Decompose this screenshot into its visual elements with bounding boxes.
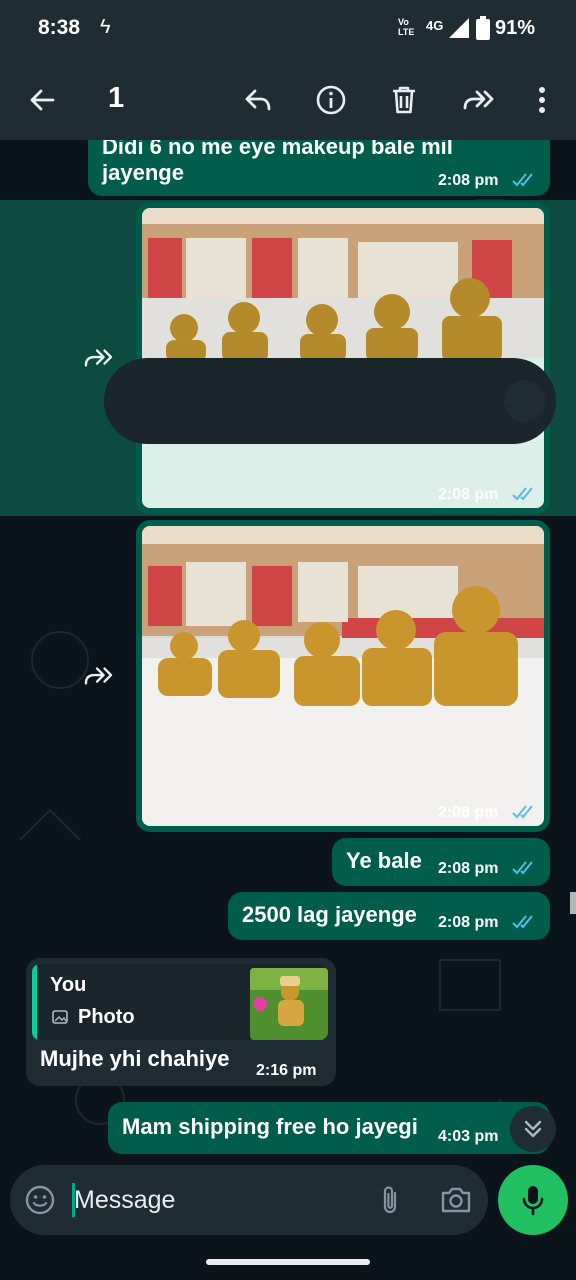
overlay-pill[interactable] <box>104 358 556 444</box>
delete-icon <box>393 86 415 114</box>
message-composer <box>10 1165 488 1235</box>
quote-type: Photo <box>78 1006 135 1028</box>
system-navigation-bar <box>0 1244 576 1280</box>
status-bar: 8:38 ϟ Vo LTE 4G 91% <box>0 0 576 60</box>
message-input[interactable] <box>74 1181 364 1219</box>
read-ticks-icon <box>512 173 533 187</box>
message-time: 2:08 pm <box>438 860 499 877</box>
message-bubble[interactable]: Ye bale 2:08 pm <box>332 838 550 886</box>
quote-thumbnail <box>250 968 328 1040</box>
message-time: 2:16 pm <box>256 1062 317 1079</box>
message-bubble[interactable]: Didi 6 no me eye makeup bale mil jayenge… <box>88 140 550 196</box>
status-time: 8:38 <box>38 16 81 39</box>
paperclip-icon <box>383 1186 397 1214</box>
message-text: Mujhe yhi chahiye <box>40 1046 230 1071</box>
message-text: Didi 6 no me eye makeup bale mil <box>102 140 453 159</box>
shared-photo[interactable] <box>142 526 544 826</box>
selected-count: 1 <box>108 82 125 114</box>
selection-action-bar: 1 <box>0 60 576 140</box>
voice-message-button[interactable] <box>498 1165 568 1235</box>
message-time: 4:03 pm <box>438 1128 499 1145</box>
battery-icon <box>476 16 490 40</box>
message-text: Mam shipping free ho jayegi <box>122 1114 418 1139</box>
message-time: 2:08 pm <box>438 914 499 931</box>
message-text: 2500 lag jayenge <box>242 902 417 927</box>
info-button[interactable] <box>311 80 351 120</box>
info-icon <box>316 85 346 115</box>
battery-percent: 91% <box>495 17 536 39</box>
read-ticks-icon <box>512 805 533 819</box>
volte-indicator: Vo LTE <box>398 17 415 37</box>
camera-icon <box>441 1187 471 1213</box>
message-bubble[interactable]: 2500 lag jayenge 2:08 pm <box>228 892 550 940</box>
attach-button[interactable] <box>368 1178 412 1222</box>
quoted-message[interactable]: You Photo <box>32 964 328 1040</box>
network-type: 4G <box>426 18 444 33</box>
quote-accent-bar <box>32 964 37 1040</box>
forward-icon <box>463 90 494 110</box>
overflow-menu-icon <box>539 87 545 113</box>
forward-shortcut-button[interactable] <box>76 654 120 698</box>
reply-button[interactable] <box>238 80 278 120</box>
back-arrow-icon <box>30 89 55 111</box>
krishna-idols-photo <box>142 526 544 826</box>
message-bubble[interactable]: Mam shipping free ho jayegi 4:03 pm <box>108 1102 550 1154</box>
emoji-icon <box>25 1185 55 1215</box>
overlay-pill-button[interactable] <box>504 380 546 422</box>
scroll-to-bottom-button[interactable] <box>510 1106 556 1152</box>
read-ticks-icon <box>512 861 533 875</box>
camera-button[interactable] <box>434 1178 478 1222</box>
signal-icon <box>449 18 469 38</box>
message-text: Ye bale <box>346 848 422 873</box>
forward-icon <box>84 667 113 685</box>
edge-scroll-marker <box>570 892 576 914</box>
back-button[interactable] <box>22 80 62 120</box>
quote-thumbnail-image <box>250 968 328 1040</box>
home-gesture-handle[interactable] <box>206 1259 370 1265</box>
chat-area[interactable]: Didi 6 no me eye makeup bale mil jayenge… <box>0 140 576 1160</box>
message-text-line-2: jayenge <box>102 160 184 185</box>
message-time: 2:08 pm <box>438 172 499 189</box>
message-time: 2:08 pm <box>438 486 499 503</box>
image-message-bubble[interactable]: 2:08 pm <box>136 520 550 832</box>
read-ticks-icon <box>512 915 533 929</box>
double-chevron-down-icon <box>524 1120 542 1138</box>
photo-icon <box>52 1010 68 1024</box>
quote-author: You <box>50 974 87 996</box>
forward-button[interactable] <box>458 80 498 120</box>
message-time: 2:08 pm <box>438 804 499 821</box>
emoji-button[interactable] <box>18 1178 62 1222</box>
overflow-menu-button[interactable] <box>522 80 562 120</box>
reply-icon <box>245 89 271 111</box>
microphone-icon <box>522 1186 544 1216</box>
forward-icon <box>84 349 113 367</box>
read-ticks-icon <box>512 487 533 501</box>
flash-icon: ϟ <box>100 16 111 38</box>
delete-button[interactable] <box>384 80 424 120</box>
